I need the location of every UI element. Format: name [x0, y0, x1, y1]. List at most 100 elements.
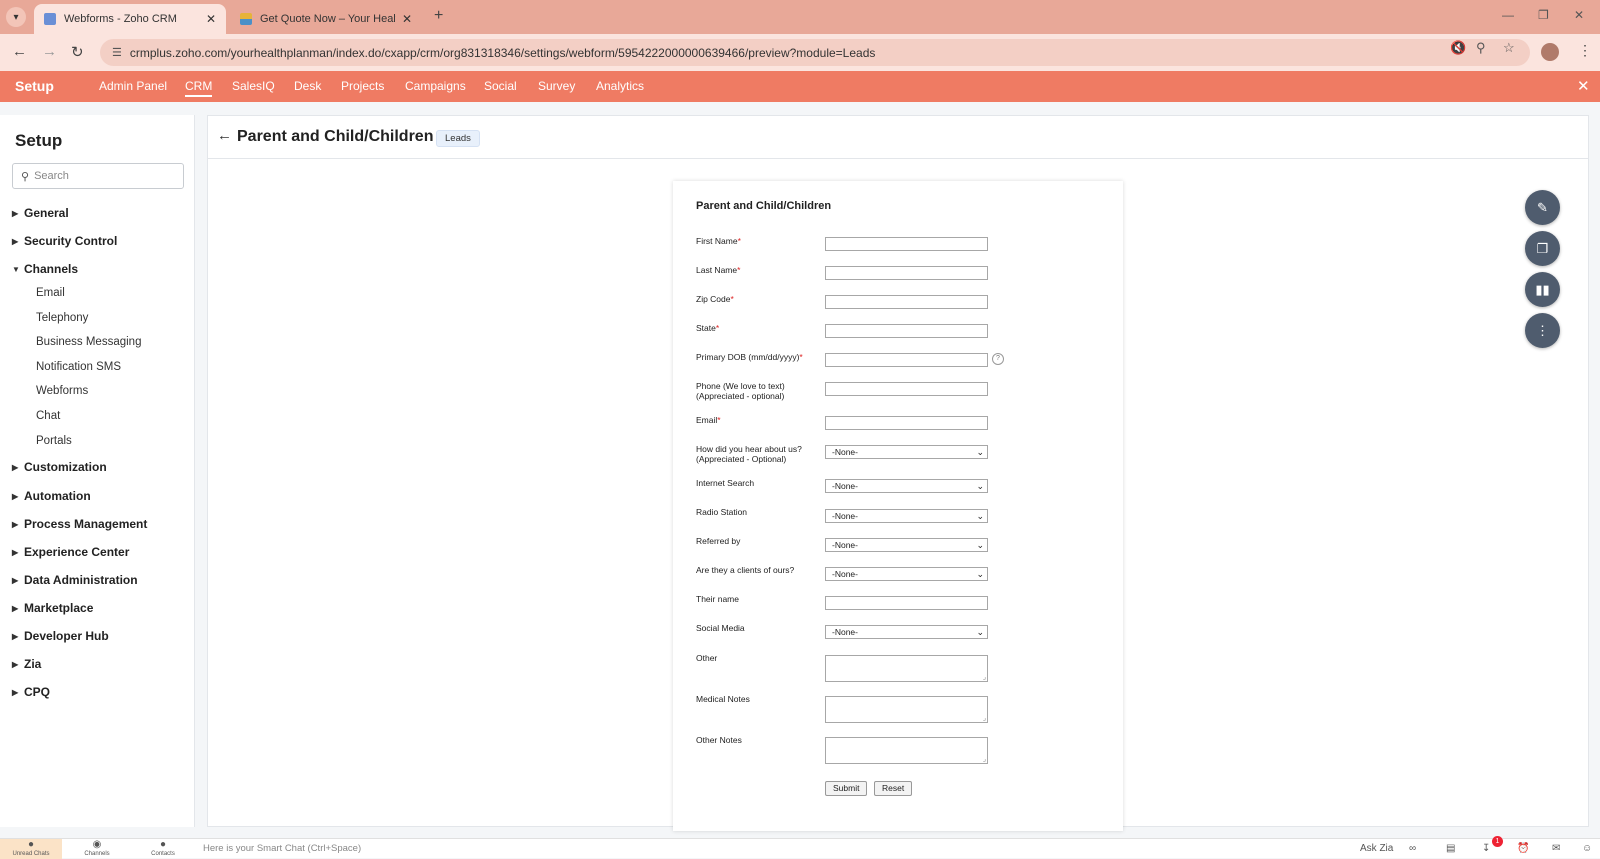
email-field[interactable]	[825, 416, 988, 430]
copy-form-button[interactable]: ❐	[1525, 231, 1560, 266]
webform-card: Parent and Child/Children First Name* La…	[673, 181, 1123, 831]
sidebar-item-marketplace[interactable]: ▶ Marketplace	[12, 601, 93, 615]
zoom-icon[interactable]: ⚲	[1476, 40, 1486, 56]
browser-tab-webforms[interactable]: Webforms - Zoho CRM ✕	[34, 4, 226, 34]
minimize-icon[interactable]: —	[1502, 8, 1514, 22]
sidebar-item-developer-hub[interactable]: ▶ Developer Hub	[12, 629, 109, 643]
announcement-icon[interactable]: ✉	[1552, 843, 1560, 854]
social-media-select[interactable]: -None- ⌄	[825, 625, 988, 639]
referred-by-select[interactable]: -None- ⌄	[825, 538, 988, 552]
sidebar-item-customization[interactable]: ▶ Customization	[12, 460, 107, 474]
nav-campaigns[interactable]: Campaigns	[405, 79, 466, 93]
close-setup-icon[interactable]: ✕	[1577, 77, 1590, 95]
mute-site-icon[interactable]: 🔇	[1450, 40, 1466, 56]
their-name-label: Their name	[696, 594, 739, 604]
their-name-field[interactable]	[825, 596, 988, 610]
primary-dob-label: Primary DOB (mm/dd/yyyy)*	[696, 352, 803, 362]
hear-about-us-select[interactable]: -None- ⌄	[825, 445, 988, 459]
new-tab-icon[interactable]: +	[434, 7, 443, 25]
contacts-tab[interactable]: ● Contacts	[132, 839, 194, 859]
sidebar-item-general[interactable]: ▶ General	[12, 206, 69, 220]
sidebar-subitem-business-messaging[interactable]: Business Messaging	[36, 336, 141, 348]
sidebar-item-experience-center[interactable]: ▶ Experience Center	[12, 545, 129, 559]
analytics-button[interactable]: ▮▮	[1525, 272, 1560, 307]
nav-salesiq[interactable]: SalesIQ	[232, 79, 275, 93]
forward-icon[interactable]: →	[42, 43, 57, 60]
restore-icon[interactable]: ❐	[1538, 8, 1549, 22]
sidebar-subitem-portals[interactable]: Portals	[36, 435, 72, 447]
tab-title: Webforms - Zoho CRM	[64, 13, 177, 25]
sidebar-item-process-management[interactable]: ▶ Process Management	[12, 517, 147, 531]
sidebar-subitem-notification-sms[interactable]: Notification SMS	[36, 361, 121, 373]
caret-right-icon: ▶	[12, 547, 19, 557]
edit-form-button[interactable]: ✎	[1525, 190, 1560, 225]
close-tab-icon[interactable]: ✕	[402, 12, 412, 26]
help-icon[interactable]: ?	[992, 353, 1004, 365]
zip-code-field[interactable]	[825, 295, 988, 309]
sidebar-subitem-chat[interactable]: Chat	[36, 410, 60, 422]
nav-desk[interactable]: Desk	[294, 79, 321, 93]
sidebar-item-cpq[interactable]: ▶ CPQ	[12, 685, 50, 699]
sidebar-item-label: Data Administration	[24, 573, 138, 587]
browser-menu-icon[interactable]: ⋮	[1578, 42, 1592, 59]
more-options-button[interactable]: ⋮	[1525, 313, 1560, 348]
nav-crm[interactable]: CRM	[185, 79, 213, 97]
channels-tab[interactable]: ◉ Channels	[66, 839, 128, 859]
internet-search-select[interactable]: -None- ⌄	[825, 479, 988, 493]
phone-field[interactable]	[825, 382, 988, 396]
ask-zia-button[interactable]: Ask Zia	[1360, 843, 1393, 854]
nav-admin-panel[interactable]: Admin Panel	[99, 79, 167, 93]
last-name-field[interactable]	[825, 266, 988, 280]
browser-address-bar: ← → ↻ ☰ crmplus.zoho.com/yourhealthplanm…	[0, 34, 1600, 71]
sidebar-item-data-administration[interactable]: ▶ Data Administration	[12, 573, 138, 587]
browser-tab-get-quote[interactable]: Get Quote Now – Your Health P ✕	[230, 4, 422, 34]
caret-right-icon: ▶	[12, 491, 19, 501]
profile-avatar[interactable]	[1541, 43, 1559, 61]
sidebar-search-input[interactable]: ⚲ Search	[12, 163, 184, 189]
primary-dob-field[interactable]	[825, 353, 988, 367]
referred-by-label: Referred by	[696, 536, 741, 546]
sidebar-subitem-email[interactable]: Email	[36, 287, 65, 299]
nav-social[interactable]: Social	[484, 79, 517, 93]
sidebar-item-channels[interactable]: ▼ Channels	[12, 262, 78, 276]
nav-survey[interactable]: Survey	[538, 79, 575, 93]
submit-button[interactable]: Submit	[825, 781, 868, 796]
close-window-icon[interactable]: ✕	[1574, 8, 1584, 22]
sidebar-item-label: Security Control	[24, 234, 118, 248]
are-clients-select[interactable]: -None- ⌄	[825, 567, 988, 581]
bookmark-star-icon[interactable]: ☆	[1503, 40, 1515, 56]
other-textarea[interactable]: ⌟	[825, 655, 988, 682]
back-arrow-icon[interactable]: ←	[217, 127, 232, 144]
chat-bubble-icon: ●	[27, 839, 35, 850]
sidebar-item-label: General	[24, 206, 69, 220]
caret-right-icon: ▶	[12, 208, 19, 218]
smart-chat-input[interactable]: Here is your Smart Chat (Ctrl+Space)	[203, 843, 361, 854]
reload-icon[interactable]: ↻	[71, 43, 84, 61]
first-name-field[interactable]	[825, 237, 988, 251]
sidebar-item-label: Developer Hub	[24, 629, 109, 643]
url-field[interactable]: ☰ crmplus.zoho.com/yourhealthplanman/ind…	[100, 39, 1530, 66]
reset-button[interactable]: Reset	[874, 781, 913, 796]
tab-search-icon[interactable]: ▾	[6, 7, 26, 27]
alarm-icon[interactable]: ⏰	[1517, 843, 1529, 854]
medical-notes-textarea[interactable]: ⌟	[825, 696, 988, 723]
feedback-icon[interactable]: ☺	[1582, 843, 1592, 854]
site-info-icon[interactable]: ☰	[112, 46, 122, 59]
zia-icon[interactable]: ∞	[1409, 843, 1416, 854]
nav-analytics[interactable]: Analytics	[596, 79, 644, 93]
download-icon[interactable]: ↧	[1482, 843, 1490, 854]
radio-station-select[interactable]: -None- ⌄	[825, 509, 988, 523]
back-icon[interactable]: ←	[12, 43, 27, 60]
close-tab-icon[interactable]: ✕	[206, 12, 216, 26]
other-notes-textarea[interactable]: ⌟	[825, 737, 988, 764]
notes-icon[interactable]: ▤	[1446, 843, 1455, 854]
nav-projects[interactable]: Projects	[341, 79, 384, 93]
sidebar-item-automation[interactable]: ▶ Automation	[12, 489, 91, 503]
state-field[interactable]	[825, 324, 988, 338]
unread-chats-tab[interactable]: ● Unread Chats	[0, 839, 62, 859]
sidebar-subitem-telephony[interactable]: Telephony	[36, 312, 88, 324]
sidebar-subitem-webforms[interactable]: Webforms	[36, 385, 88, 397]
sidebar-item-zia[interactable]: ▶ Zia	[12, 657, 41, 671]
sidebar-item-security-control[interactable]: ▶ Security Control	[12, 234, 117, 248]
caret-right-icon: ▶	[12, 519, 19, 529]
